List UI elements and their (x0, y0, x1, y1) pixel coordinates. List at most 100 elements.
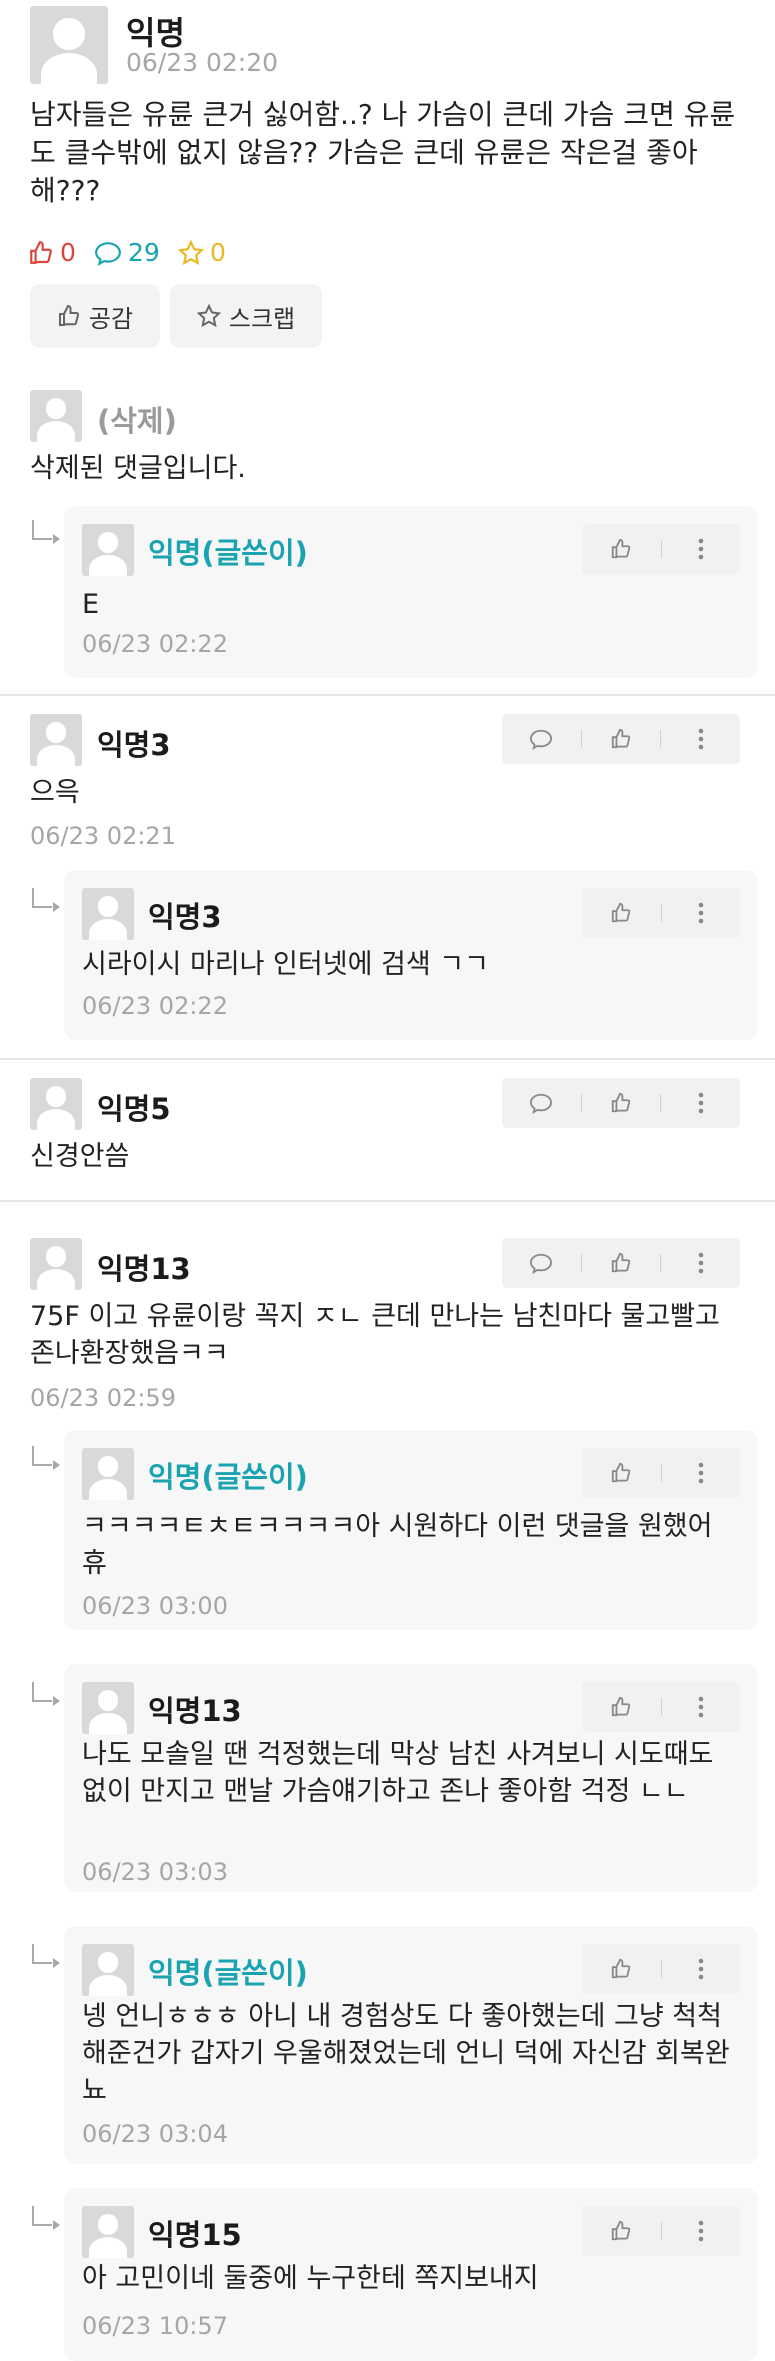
avatar (82, 1682, 134, 1734)
post-like-count: 0 (28, 238, 76, 267)
more-button[interactable] (662, 1944, 741, 1994)
comment-author: 익명5 (97, 1092, 171, 1126)
comment-divider (0, 694, 775, 696)
thumbs-up-icon (612, 902, 631, 923)
more-button[interactable] (662, 2206, 741, 2256)
comment-date: 06/23 02:21 (30, 822, 176, 850)
reply-arrow-icon (32, 1944, 60, 1968)
reply-actions (582, 1682, 740, 1732)
comment-actions (502, 714, 740, 764)
avatar (82, 1944, 134, 1996)
comment-text: 75F 이고 유륜이랑 꼭지 ㅈㄴ 큰데 만나는 남친마다 물고빨고 존나환장했… (30, 1301, 720, 1369)
like-button[interactable] (582, 888, 661, 938)
reply-author: 익명13 (148, 1694, 242, 1728)
post-comment-count: 29 (94, 238, 160, 267)
like-button[interactable] (582, 1682, 661, 1732)
like-button[interactable] (582, 1078, 661, 1128)
reply-date: 06/23 03:03 (82, 1858, 228, 1886)
reply-date: 06/23 10:57 (82, 2312, 228, 2340)
like-button[interactable] (582, 714, 661, 764)
reply-text: 아 고민이네 둘중에 누구한테 쪽지보내지 (82, 2263, 539, 2294)
like-button[interactable] (582, 1238, 661, 1288)
reply-item: 익명(글쓴이) 넹 언니ㅎㅎㅎ 아니 내 경험상도 다 좋아했는데 그냥 척척해… (64, 1926, 758, 2164)
post-body: 남자들은 유륜 큰거 싫어함..? 나 가슴이 큰데 가슴 크면 유륜도 클수밖… (30, 98, 736, 207)
reply-arrow-icon (32, 1446, 60, 1470)
more-vertical-icon (698, 1252, 703, 1274)
avatar (82, 888, 134, 940)
reply-item: 익명3 시라이시 마리나 인터넷에 검색 ㄱㄱ 06/23 02:22 (64, 870, 758, 1040)
reply-text: 시라이시 마리나 인터넷에 검색 ㄱㄱ (82, 949, 489, 980)
star-icon (196, 304, 221, 328)
thumbs-up-icon (612, 1696, 631, 1717)
scrap-button[interactable]: 스크랩 (170, 284, 322, 348)
reply-author: 익명15 (148, 2218, 242, 2252)
thumbs-up-icon (58, 304, 79, 326)
thumbs-up-icon (612, 2220, 631, 2241)
more-button[interactable] (662, 524, 741, 574)
reply-button[interactable] (502, 1238, 581, 1288)
comment-divider (0, 1058, 775, 1060)
reply-item: 익명(글쓴이) ㅋㅋㅋㅋㅌㅊㅌㅋㅋㅋㅋ아 시원하다 이런 댓글을 원했어 휴 0… (64, 1430, 758, 1630)
comment-author: (삭제) (97, 404, 177, 438)
avatar (30, 1078, 82, 1130)
reply-button[interactable] (502, 1078, 581, 1128)
reply-date: 06/23 03:00 (82, 1592, 228, 1620)
comment-date: 06/23 02:59 (30, 1384, 176, 1412)
thumbs-up-icon (611, 1092, 631, 1113)
reply-author: 익명3 (148, 900, 222, 934)
avatar (82, 524, 134, 576)
reply-arrow-icon (32, 520, 60, 544)
like-button[interactable]: 공감 (30, 284, 160, 348)
more-vertical-icon (698, 1092, 703, 1114)
more-button[interactable] (662, 1448, 741, 1498)
reply-item: 익명15 아 고민이네 둘중에 누구한테 쪽지보내지 06/23 10:57 (64, 2188, 758, 2361)
reply-actions (582, 888, 740, 938)
like-button[interactable] (582, 1944, 661, 1994)
more-vertical-icon (698, 1462, 704, 1484)
comment-text: 삭제된 댓글입니다. (30, 453, 246, 484)
more-button[interactable] (662, 1682, 741, 1732)
thumbs-up-icon (612, 538, 631, 559)
comment-divider (0, 1200, 775, 1202)
reply-date: 06/23 02:22 (82, 992, 228, 1020)
reply-text: E (82, 589, 100, 620)
reply-item: 익명13 나도 모솔일 땐 걱정했는데 막상 남친 사겨보니 시도때도없이 만지… (64, 1664, 758, 1892)
thumbs-up-icon (612, 1462, 631, 1483)
comment-text: 으윽 (30, 777, 80, 808)
reply-author: 익명(글쓴이) (148, 1956, 308, 1990)
comment-text: 신경안씀 (30, 1141, 130, 1172)
reply-arrow-icon (32, 888, 60, 912)
reply-actions (582, 1448, 740, 1498)
reply-text: 나도 모솔일 땐 걱정했는데 막상 남친 사겨보니 시도때도없이 만지고 맨날 … (82, 1739, 714, 1807)
reply-actions (582, 524, 740, 574)
thumbs-up-icon (611, 728, 631, 749)
more-vertical-icon (698, 902, 704, 924)
avatar (82, 2206, 134, 2258)
thumbs-up-icon (611, 1252, 631, 1273)
star-icon (178, 239, 204, 265)
like-button[interactable] (582, 1448, 661, 1498)
thumbs-up-icon (612, 1958, 631, 1979)
post-date: 06/23 02:20 (126, 48, 279, 77)
comment-actions (502, 1078, 740, 1128)
speech-bubble-icon (95, 241, 121, 266)
reply-arrow-icon (32, 2206, 60, 2230)
more-button[interactable] (661, 714, 740, 764)
comment-author: 익명13 (97, 1252, 191, 1286)
like-button[interactable] (582, 524, 661, 574)
reply-date: 06/23 03:04 (82, 2120, 228, 2148)
speech-bubble-icon (530, 729, 553, 750)
avatar (82, 1448, 134, 1500)
more-button[interactable] (662, 888, 741, 938)
reply-actions (582, 1944, 740, 1994)
reply-author: 익명(글쓴이) (148, 1460, 308, 1494)
comment-author: 익명3 (97, 728, 171, 762)
reply-button[interactable] (502, 714, 581, 764)
speech-bubble-icon (530, 1253, 553, 1274)
post-scrap-count: 0 (178, 238, 226, 267)
like-button[interactable] (582, 2206, 661, 2256)
more-button[interactable] (661, 1078, 740, 1128)
more-button[interactable] (661, 1238, 740, 1288)
reply-arrow-icon (32, 1682, 60, 1706)
reply-text: ㅋㅋㅋㅋㅌㅊㅌㅋㅋㅋㅋ아 시원하다 이런 댓글을 원했어 휴 (82, 1511, 713, 1579)
